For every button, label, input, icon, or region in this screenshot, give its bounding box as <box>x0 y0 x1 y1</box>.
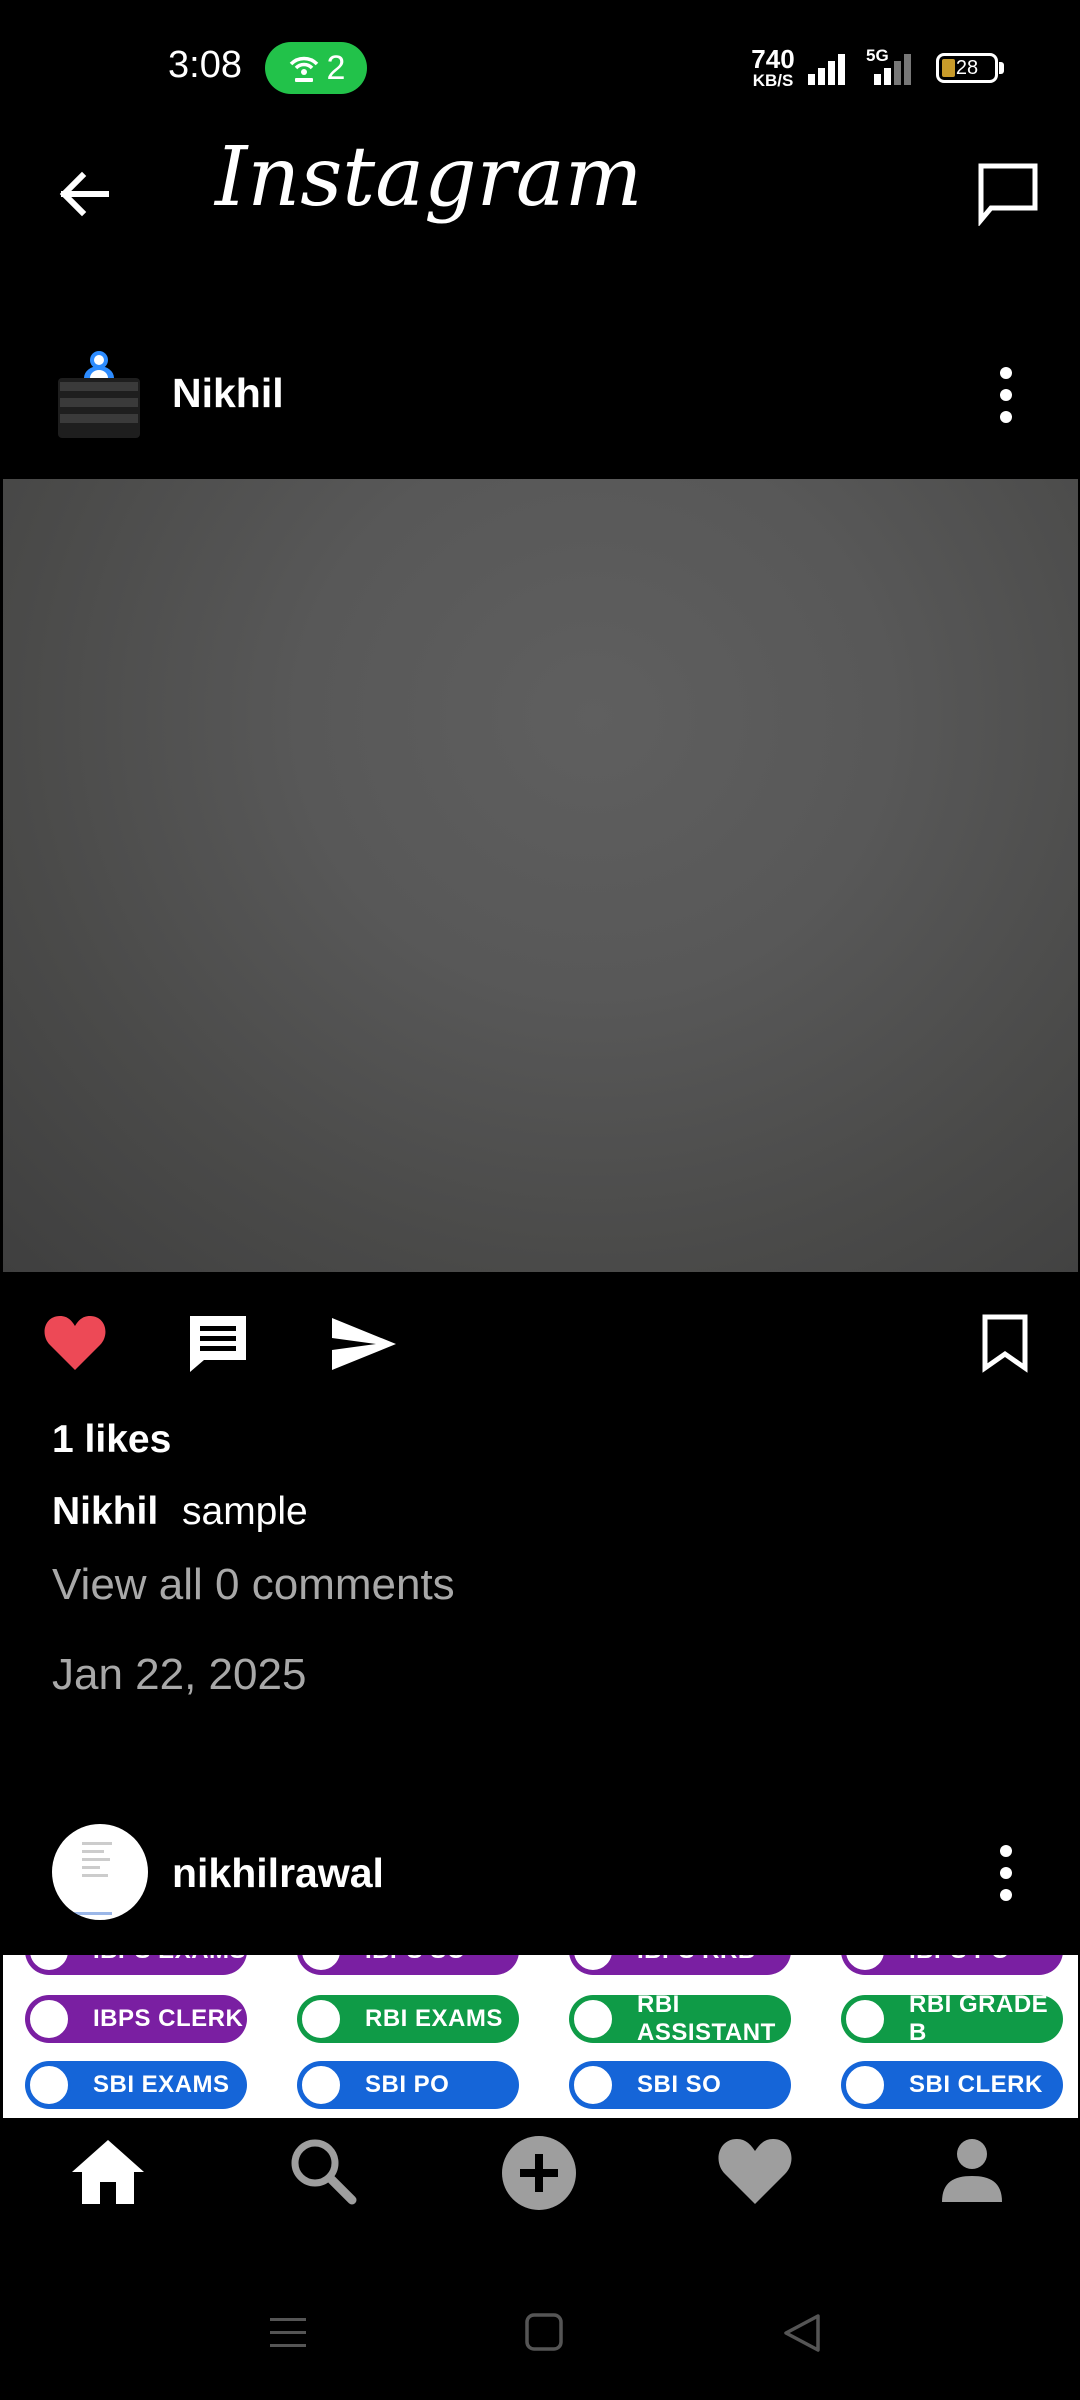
search-icon[interactable] <box>288 2136 358 2206</box>
exam-logo-icon <box>571 2063 615 2107</box>
battery-level: 28 <box>955 57 979 79</box>
exam-pill: SBI CLERK <box>841 2061 1063 2109</box>
exam-pill-label: SBI CLERK <box>909 2071 1043 2098</box>
exam-pill: SBI PO <box>297 2061 519 2109</box>
caption-text: sample <box>182 1490 308 1533</box>
likes-count[interactable]: 1 likes <box>52 1418 171 1462</box>
share-send-icon[interactable] <box>330 1316 398 1372</box>
avatar[interactable] <box>52 1824 148 1920</box>
signal-bars-icon <box>808 54 845 85</box>
hotspot-indicator: 2 <box>265 42 367 94</box>
net-speed-unit: KB/S <box>752 71 794 90</box>
hotspot-count: 2 <box>326 48 346 87</box>
exam-pill: RBI ASSISTANT <box>569 1991 791 2046</box>
exam-pill: SBI EXAMS <box>25 2061 247 2109</box>
exam-pill: IBPS CLERK <box>25 1995 247 2043</box>
comment-icon[interactable] <box>186 1312 250 1376</box>
exam-pill-label: RBI EXAMS <box>365 2005 503 2032</box>
exam-pill-label: IBPS RRB <box>637 1955 756 1965</box>
exam-pill-label: IBPS CLERK <box>93 2005 244 2032</box>
exam-pill-label: SBI PO <box>365 2071 450 2098</box>
message-square-icon[interactable] <box>975 160 1041 226</box>
exam-logo-icon <box>571 1955 615 1973</box>
exam-pill: IBPS EXAMS <box>25 1955 247 1975</box>
net-speed: 740 KB/S <box>750 46 796 89</box>
exam-logo-icon <box>843 1955 887 1973</box>
post-image[interactable]: IBPS EXAMS IBPS SO IBPS RRB IBPS PO IBPS… <box>3 1955 1078 2118</box>
exam-logo-icon <box>299 1997 343 2041</box>
exam-pill-label: SBI SO <box>637 2071 722 2098</box>
back-triangle-icon[interactable] <box>782 2312 822 2354</box>
exam-pill: IBPS SO <box>297 1955 519 1975</box>
exam-logo-icon <box>843 2063 887 2107</box>
avatar-thumbnail-icon <box>58 351 140 438</box>
back-arrow-icon[interactable] <box>56 168 112 220</box>
more-options-icon[interactable] <box>996 365 1016 425</box>
bookmark-icon[interactable] <box>980 1312 1030 1374</box>
system-navigation-bar <box>0 2270 1080 2400</box>
exam-logo-icon <box>27 1955 71 1973</box>
caption-username[interactable]: Nikhil <box>52 1490 158 1534</box>
exam-pill-label: SBI EXAMS <box>93 2071 230 2098</box>
exam-pill: RBI GRADE B <box>841 1991 1063 2046</box>
battery-tip <box>999 62 1004 74</box>
post-username[interactable]: Nikhil <box>172 370 284 417</box>
exam-pill-label: IBPS EXAMS <box>93 1955 246 1965</box>
exam-logo-icon <box>843 1997 887 2041</box>
avatar-thumbnail-icon <box>72 1842 112 1915</box>
status-bar: 3:08 2 740 KB/S 5G 28 <box>0 0 1080 140</box>
exam-logo-icon <box>299 2063 343 2107</box>
exam-pill-label: IBPS PO <box>909 1955 1010 1965</box>
avatar[interactable] <box>58 348 140 442</box>
more-options-icon[interactable] <box>996 1843 1016 1903</box>
post-image[interactable] <box>3 479 1078 1272</box>
add-post-icon[interactable] <box>500 2134 578 2212</box>
view-comments-link[interactable]: View all 0 comments <box>52 1560 455 1610</box>
bottom-navigation <box>0 2118 1080 2228</box>
home-square-icon[interactable] <box>524 2312 564 2352</box>
home-icon[interactable] <box>70 2138 146 2206</box>
signal-bars-5g-icon <box>874 54 911 85</box>
post-date: Jan 22, 2025 <box>52 1650 307 1699</box>
post-username[interactable]: nikhilrawal <box>172 1850 384 1897</box>
hotspot-icon <box>289 56 318 82</box>
exam-pill: IBPS RRB <box>569 1955 791 1975</box>
like-heart-icon[interactable] <box>42 1312 108 1372</box>
activity-heart-icon[interactable] <box>716 2136 794 2206</box>
status-time: 3:08 <box>168 44 242 86</box>
exam-pill-label: RBI GRADE B <box>909 1991 1049 2046</box>
battery-icon: 28 <box>936 53 998 83</box>
profile-icon[interactable] <box>940 2138 1004 2204</box>
exam-logo-icon <box>27 1997 71 2041</box>
exam-pill: IBPS PO <box>841 1955 1063 1975</box>
exam-pill-label: IBPS SO <box>365 1955 466 1965</box>
exam-pill: RBI EXAMS <box>297 1995 519 2043</box>
exam-logo-icon <box>571 1997 615 2041</box>
app-title: Instagram <box>215 130 643 225</box>
net-speed-value: 740 <box>751 44 795 74</box>
exam-pill: SBI SO <box>569 2061 791 2109</box>
exam-logo-icon <box>27 2063 71 2107</box>
exam-logo-icon <box>299 1955 343 1973</box>
exam-pill-label: RBI ASSISTANT <box>637 1991 776 2046</box>
recents-menu-icon[interactable] <box>268 2314 308 2352</box>
